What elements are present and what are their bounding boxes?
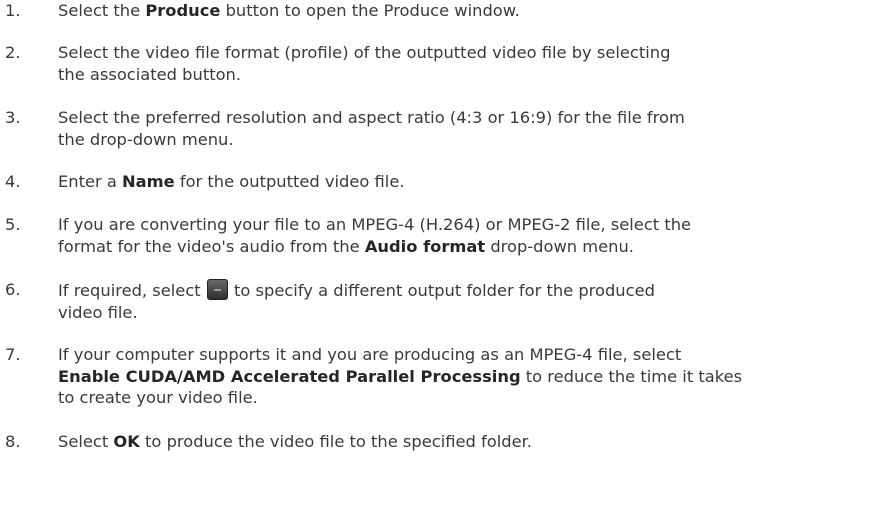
text-run: Select xyxy=(58,432,114,451)
step-line: the drop-down menu. xyxy=(58,129,234,149)
bold-term: Produce xyxy=(145,1,221,20)
step-text: Select the Produce button to open the Pr… xyxy=(58,0,858,22)
step-line: format for the video's audio from the Au… xyxy=(58,236,858,258)
text-run: If required, select xyxy=(58,281,206,300)
text-run: Select the xyxy=(58,1,146,20)
step-number: 5. xyxy=(5,215,21,234)
text-run: drop-down menu. xyxy=(485,236,634,256)
step-line: Select the preferred resolution and aspe… xyxy=(58,108,685,127)
step-line: video file. xyxy=(58,302,138,322)
step-number: 4. xyxy=(5,172,21,191)
step-text: If you are converting your file to an MP… xyxy=(58,214,858,257)
step-line: to create your video file. xyxy=(58,388,258,407)
step-number: 1. xyxy=(5,1,21,20)
text-run: button to open the Produce window. xyxy=(220,1,520,20)
step-text: Select the preferred resolution and aspe… xyxy=(58,107,858,150)
bold-term: Name xyxy=(122,172,175,191)
step-line: Enter a Name for the outputted video fil… xyxy=(58,171,858,193)
step-text: If required, select to specify a differe… xyxy=(58,279,858,323)
step-number: 2. xyxy=(5,43,21,62)
bold-term: Audio format xyxy=(364,236,486,256)
text-run: to specify a different output folder for… xyxy=(228,281,655,300)
step-line: the associated button. xyxy=(58,64,242,84)
step-line: Select the Produce button to open the Pr… xyxy=(58,0,858,22)
step-line: Select OK to produce the video file to t… xyxy=(58,431,858,453)
bold-term: Enable CUDA/AMD Accelerated Parallel Pro… xyxy=(58,366,521,386)
step-text: Select the video file format (profile) o… xyxy=(58,42,858,85)
text-run: Enter a xyxy=(58,172,123,191)
text-run: to produce the video file to the specifi… xyxy=(139,432,532,451)
folder-browse-icon xyxy=(206,279,228,300)
step-number: 3. xyxy=(5,108,21,127)
step-number: 8. xyxy=(5,432,21,451)
step-line: Enable CUDA/AMD Accelerated Parallel Pro… xyxy=(58,366,858,388)
text-run: format for the video's audio from the xyxy=(58,236,365,256)
step-text: Select OK to produce the video file to t… xyxy=(58,431,858,453)
text-run: for the outputted video file. xyxy=(174,172,405,191)
step-line: If you are converting your file to an MP… xyxy=(58,215,692,234)
bold-term: OK xyxy=(113,432,140,451)
step-line: If your computer supports it and you are… xyxy=(58,345,682,364)
step-text: Enter a Name for the outputted video fil… xyxy=(58,171,858,193)
text-run: to reduce the time it takes xyxy=(520,366,743,386)
step-number: 7. xyxy=(5,345,21,364)
step-line: Select the video file format (profile) o… xyxy=(58,43,671,62)
step-line: If required, select to specify a differe… xyxy=(58,279,858,302)
step-number: 6. xyxy=(5,280,21,299)
step-text: If your computer supports it and you are… xyxy=(58,344,858,409)
